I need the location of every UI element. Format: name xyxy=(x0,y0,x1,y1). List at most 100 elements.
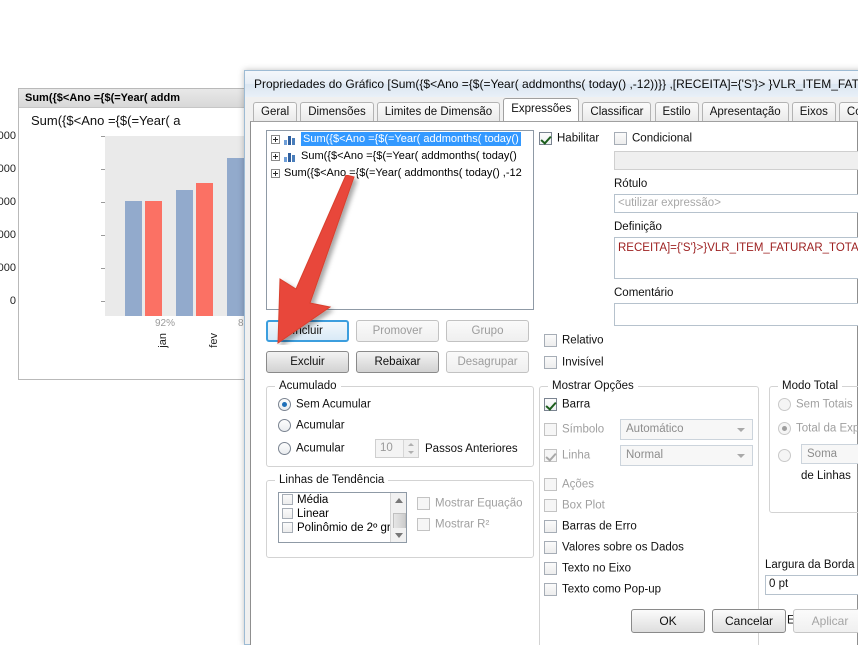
expression-list-item[interactable]: Sum({$<Ano ={$(=Year( addmonths( today() xyxy=(267,148,533,165)
tendencia-listbox[interactable]: Média Linear Polinômio de 2º gra xyxy=(278,492,407,543)
checkbox-icon[interactable] xyxy=(614,132,627,145)
expand-plus-icon[interactable] xyxy=(271,151,280,161)
tendencia-item[interactable]: Linear xyxy=(279,507,406,521)
box-plot-checkbox[interactable]: Box Plot xyxy=(544,499,605,512)
radio-sem-totais[interactable]: Sem Totais xyxy=(778,398,853,411)
linha-combo[interactable]: Normal xyxy=(620,445,753,466)
condicional-checkbox[interactable]: Condicional xyxy=(614,132,692,145)
condicional-input[interactable] xyxy=(614,151,858,170)
tab-limites-de-dimensao[interactable]: Limites de Dimensão xyxy=(376,102,501,121)
expand-plus-icon[interactable] xyxy=(271,134,280,144)
tab-strip: Geral Dimensões Limites de Dimensão Expr… xyxy=(245,97,858,121)
checkbox-icon[interactable] xyxy=(544,478,557,491)
checkbox-icon[interactable] xyxy=(417,497,430,510)
linha-checkbox[interactable]: Linha xyxy=(544,449,590,462)
checkbox-icon[interactable] xyxy=(544,562,557,575)
cancelar-button[interactable]: Cancelar xyxy=(712,609,786,633)
mostrar-r2-checkbox[interactable]: Mostrar R² xyxy=(417,518,489,531)
tab-expressoes[interactable]: Expressões xyxy=(503,98,580,121)
y-tick-label: 10000000 xyxy=(0,130,16,142)
excluir-button[interactable]: Excluir xyxy=(266,351,349,373)
checkbox-icon[interactable] xyxy=(417,518,430,531)
checkbox-icon[interactable] xyxy=(544,499,557,512)
passos-anteriores-stepper[interactable]: 10 xyxy=(375,439,419,458)
radio-modo-total-custom[interactable] xyxy=(778,449,796,462)
tab-eixos[interactable]: Eixos xyxy=(791,102,836,121)
scroll-up-icon[interactable] xyxy=(391,493,406,507)
tab-dimensoes[interactable]: Dimensões xyxy=(300,102,374,121)
checkbox-icon[interactable] xyxy=(544,334,557,347)
checkbox-icon[interactable] xyxy=(544,520,557,533)
checkbox-icon[interactable] xyxy=(282,494,293,506)
definicao-input[interactable]: RECEITA]={'S'}>}VLR_ITEM_FATURAR_TOTAL xyxy=(614,237,858,279)
relativo-label: Relativo xyxy=(562,334,604,347)
texto-como-popup-checkbox[interactable]: Texto como Pop-up xyxy=(544,583,661,596)
comentario-input[interactable] xyxy=(614,303,858,326)
mostrar-equacao-checkbox[interactable]: Mostrar Equação xyxy=(417,497,523,510)
radio-total-da-expressao[interactable]: Total da Expres xyxy=(778,422,858,435)
simbolo-combo[interactable]: Automático xyxy=(620,419,753,440)
acoes-checkbox[interactable]: Ações xyxy=(544,478,594,491)
radio-acumular-total[interactable]: Acumular xyxy=(278,419,345,432)
radio-sem-acumular[interactable]: Sem Acumular xyxy=(278,398,371,411)
radio-acumular-passos[interactable]: Acumular xyxy=(278,442,345,455)
stepper-down-icon[interactable] xyxy=(403,448,418,457)
relativo-checkbox[interactable]: Relativo xyxy=(544,334,604,347)
aplicar-button[interactable]: Aplicar xyxy=(793,609,858,633)
modo-total-sub-label: de Linhas xyxy=(801,470,851,482)
chart-plot: 10000000 8000000 6000000 4000000 2000000… xyxy=(0,130,265,376)
tendencia-item[interactable]: Polinômio de 2º gra xyxy=(279,521,406,535)
tab-geral[interactable]: Geral xyxy=(253,102,298,121)
linha-combo-value: Normal xyxy=(626,449,664,461)
modo-total-combo[interactable]: Soma xyxy=(801,444,858,464)
y-tick-label: 8000000 xyxy=(0,163,16,175)
expression-list-item[interactable]: Sum({$<Ano ={$(=Year( addmonths( today()… xyxy=(267,165,533,182)
tendencia-item[interactable]: Média xyxy=(279,493,406,507)
data-label-92: 92% xyxy=(155,318,176,329)
tab-cores[interactable]: Cores xyxy=(838,102,858,121)
y-tick-label: 2000000 xyxy=(0,262,16,274)
y-tick-label: 0 xyxy=(9,295,16,307)
radio-label: Sem Totais xyxy=(796,398,853,411)
barras-de-erro-checkbox[interactable]: Barras de Erro xyxy=(544,520,637,533)
expression-list-item[interactable]: Sum({$<Ano ={$(=Year( addmonths( today() xyxy=(267,131,533,148)
promover-button[interactable]: Promover xyxy=(356,320,439,342)
checkbox-icon[interactable] xyxy=(544,423,557,436)
x-tick-label-jan: jan xyxy=(157,333,169,348)
expand-plus-icon[interactable] xyxy=(271,168,280,178)
texto-no-eixo-checkbox[interactable]: Texto no Eixo xyxy=(544,562,631,575)
valores-sobre-dados-checkbox[interactable]: Valores sobre os Dados xyxy=(544,541,684,554)
incluir-button[interactable]: Incluir xyxy=(266,320,349,342)
ok-button[interactable]: OK xyxy=(631,609,705,633)
checkbox-icon[interactable] xyxy=(544,449,557,462)
expression-list[interactable]: Sum({$<Ano ={$(=Year( addmonths( today()… xyxy=(266,130,534,310)
expression-text: Sum({$<Ano ={$(=Year( addmonths( today()… xyxy=(284,167,522,179)
mostrar-opcoes-group-title: Mostrar Opções xyxy=(548,380,638,392)
rebaixar-button[interactable]: Rebaixar xyxy=(356,351,439,373)
checkbox-icon[interactable] xyxy=(544,356,557,369)
checkbox-icon[interactable] xyxy=(282,508,293,520)
largura-borda-input[interactable]: 0 pt xyxy=(765,575,858,595)
checkbox-icon[interactable] xyxy=(539,132,552,145)
desagrupar-button[interactable]: Desagrupar xyxy=(446,351,529,373)
tab-classificar[interactable]: Classificar xyxy=(582,102,652,121)
checkbox-icon[interactable] xyxy=(544,541,557,554)
barra-checkbox[interactable]: Barra xyxy=(544,398,590,411)
tendencia-scrollbar[interactable] xyxy=(390,493,406,542)
chart-window-caption: Sum({$<Ano ={$(=Year( addm xyxy=(19,89,262,108)
tab-panel-expressoes: Sum({$<Ano ={$(=Year( addmonths( today()… xyxy=(250,121,858,645)
checkbox-icon[interactable] xyxy=(544,398,557,411)
invisivel-checkbox[interactable]: Invisível xyxy=(544,356,604,369)
tab-apresentacao[interactable]: Apresentação xyxy=(701,102,789,121)
habilitar-checkbox[interactable]: Habilitar xyxy=(539,132,599,145)
barra-label: Barra xyxy=(562,398,591,411)
bar-chart-icon xyxy=(284,151,297,162)
grupo-button[interactable]: Grupo xyxy=(446,320,529,342)
checkbox-icon[interactable] xyxy=(544,583,557,596)
checkbox-icon[interactable] xyxy=(282,522,293,534)
simbolo-checkbox[interactable]: Símbolo xyxy=(544,423,604,436)
tab-estilo[interactable]: Estilo xyxy=(654,102,699,121)
scroll-down-icon[interactable] xyxy=(391,528,406,542)
radio-icon xyxy=(278,419,291,432)
rotulo-input[interactable]: <utilizar expressão> xyxy=(614,194,858,213)
